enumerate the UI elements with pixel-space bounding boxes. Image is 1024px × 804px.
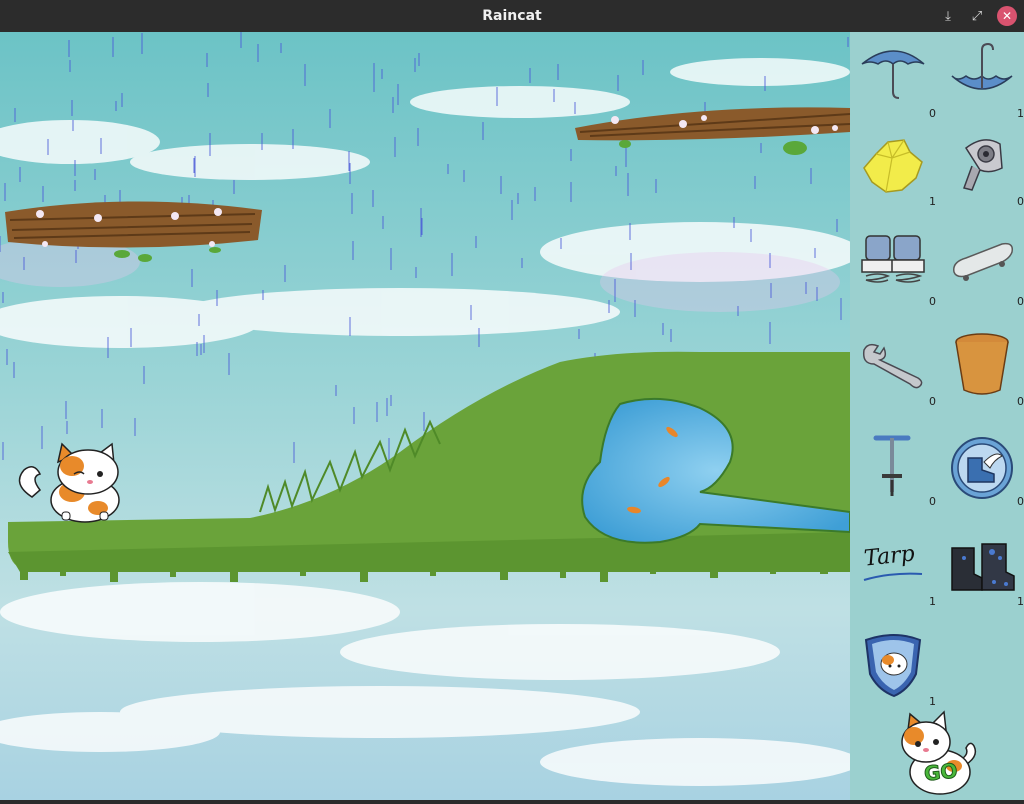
tool-count: 1: [929, 695, 936, 708]
cat-shield-icon: [864, 634, 922, 698]
wrench-tool[interactable]: 0: [858, 328, 938, 408]
toolbox-sidebar: 0 1 1 0 0 0 0 0 0 0 Tarp 1 1 1 GO: [850, 32, 1024, 800]
title-bar: Raincat ⤓ ⤢ ✕: [0, 0, 1024, 33]
tool-count: 0: [929, 295, 936, 308]
window-title: Raincat: [482, 8, 542, 24]
upside-down-umbrella-tool[interactable]: 1: [946, 40, 1024, 120]
tool-count: 0: [929, 107, 936, 120]
spring-boots-tool[interactable]: 0: [858, 228, 938, 308]
poncho-tool[interactable]: 1: [858, 128, 938, 208]
poncho-icon: [863, 139, 923, 193]
pogo-stick-tool[interactable]: 0: [858, 428, 938, 508]
tool-count: 1: [1017, 107, 1024, 120]
tool-count: 0: [929, 495, 936, 508]
game-scene[interactable]: [0, 32, 850, 800]
rain-boots-tool[interactable]: 1: [946, 528, 1024, 608]
tool-count: 1: [1017, 595, 1024, 608]
go-label: GO: [922, 758, 959, 786]
go-button[interactable]: GO: [890, 708, 986, 800]
maximize-icon[interactable]: ⤢: [967, 6, 987, 26]
tarp-label: Tarp: [862, 541, 916, 572]
hair-dryer-icon: [963, 139, 1003, 191]
tool-count: 0: [1017, 295, 1024, 308]
skateboard-tool[interactable]: 0: [946, 228, 1024, 308]
upside-down-umbrella-icon: [951, 42, 1013, 90]
tool-count: 0: [929, 395, 936, 408]
spring-boots-icon: [861, 235, 925, 283]
rain-boots-icon: [951, 543, 1015, 591]
speed-boots-tool[interactable]: 0: [946, 428, 1024, 508]
close-icon[interactable]: ✕: [997, 6, 1017, 26]
tarp-tool[interactable]: Tarp 1: [858, 528, 938, 608]
shield-tool[interactable]: 1: [858, 628, 938, 708]
level-canvas: [0, 32, 850, 800]
umbrella-icon: [861, 50, 925, 99]
tool-count: 1: [929, 195, 936, 208]
umbrella-tool[interactable]: 0: [858, 40, 938, 120]
winged-boot-icon: [951, 437, 1013, 499]
wrench-icon: [862, 343, 923, 389]
tool-count: 1: [929, 595, 936, 608]
tool-count: 0: [1017, 395, 1024, 408]
hair-dryer-tool[interactable]: 0: [946, 128, 1024, 208]
bucket-icon: [955, 333, 1009, 395]
tool-count: 0: [1017, 495, 1024, 508]
cat-go-icon: [901, 710, 977, 795]
skateboard-icon: [953, 242, 1014, 281]
pogo-stick-icon: [873, 435, 911, 496]
tool-count: 0: [1017, 195, 1024, 208]
bucket-tool[interactable]: 0: [946, 328, 1024, 408]
download-icon[interactable]: ⤓: [938, 6, 958, 26]
